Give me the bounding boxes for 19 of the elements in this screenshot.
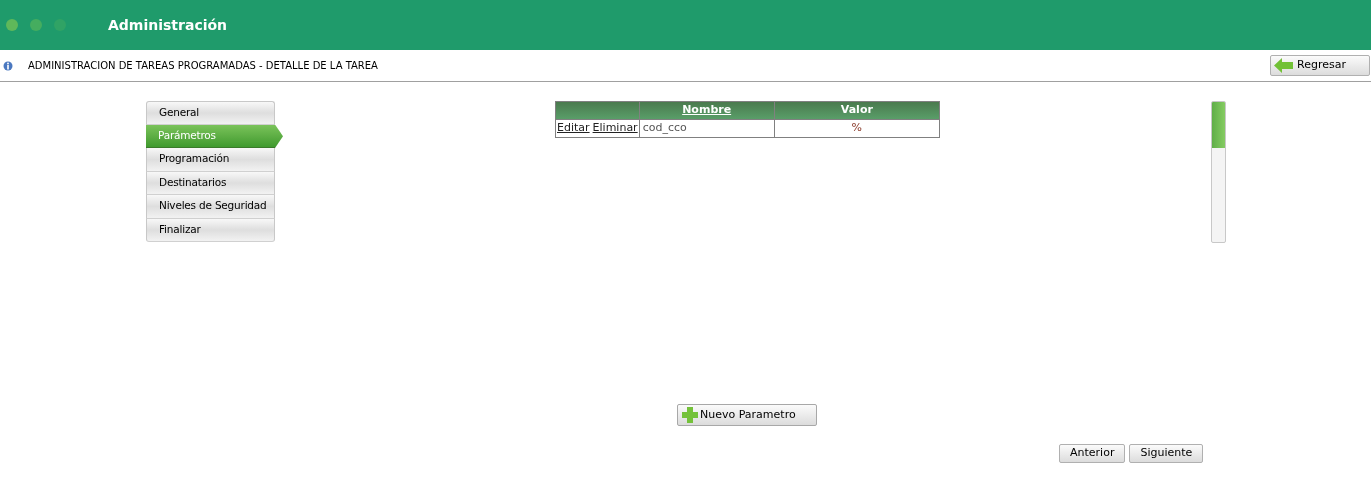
table-cell: % [774,119,940,137]
nav-button[interactable]: Anterior [1059,444,1126,463]
info-icon [3,60,13,71]
app-title: Administración [108,15,228,35]
action-link[interactable]: Eliminar [592,120,638,134]
back-button[interactable]: Regresar [1270,55,1370,76]
step-tab[interactable]: Destinatarios [146,171,275,195]
table-cell: cod_cco [639,119,775,137]
left-arrow-icon [1274,58,1293,73]
plus-icon [682,407,698,423]
action-link[interactable]: Editar [557,120,590,134]
nav-button[interactable]: Siguiente [1129,444,1204,463]
step-tab[interactable]: General [146,101,275,125]
column-header: Valor [840,103,873,116]
step-tab[interactable]: Finalizar [146,218,275,242]
step-tab[interactable]: Programación [146,148,275,172]
step-tab[interactable]: Niveles de Seguridad [146,195,275,219]
new-parameter-button[interactable]: Nuevo Parametro [677,404,817,426]
page-title: ADMINISTRACION DE TAREAS PROGRAMADAS - DETALLE DE LA TAREA [28,59,378,73]
